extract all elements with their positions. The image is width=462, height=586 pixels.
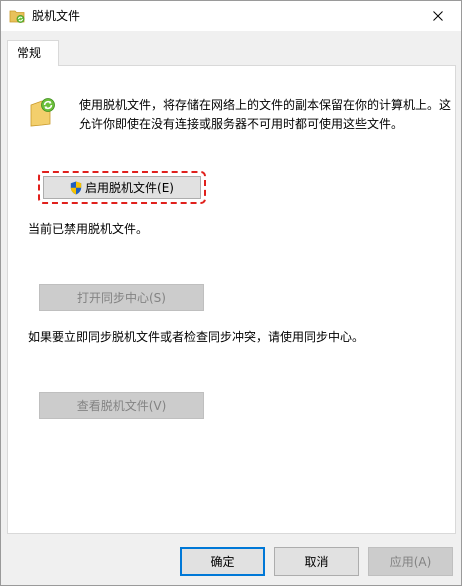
enable-offline-files-button[interactable]: 启用脱机文件(E) <box>43 176 201 199</box>
offline-files-icon <box>9 10 25 23</box>
status-text: 当前已禁用脱机文件。 <box>28 222 149 236</box>
ok-button[interactable]: 确定 <box>180 547 265 576</box>
title-bar: 脱机文件 <box>1 1 461 31</box>
description-text: 使用脱机文件，将存储在网络上的文件的副本保留在你的计算机上。这允许你即使在没有连… <box>79 98 452 131</box>
cancel-button[interactable]: 取消 <box>274 547 359 576</box>
general-panel: 使用脱机文件，将存储在网络上的文件的副本保留在你的计算机上。这允许你即使在没有连… <box>7 65 456 534</box>
highlight-ring: 启用脱机文件(E) <box>38 171 206 204</box>
sync-hint-text: 如果要立即同步脱机文件或者检查同步冲突，请使用同步中心。 <box>28 330 365 344</box>
close-button[interactable] <box>415 1 461 31</box>
window-title: 脱机文件 <box>32 9 81 23</box>
view-offline-files-button[interactable]: 查看脱机文件(V) <box>39 392 204 419</box>
uac-shield-icon <box>70 181 82 194</box>
tab-general[interactable]: 常规 <box>7 40 59 66</box>
offline-files-dialog: 脱机文件 常规 使用脱机文件，将存储在网络上的文件的副本保留在你的计算机上。这允… <box>0 0 462 586</box>
enable-offline-files-label: 启用脱机文件(E) <box>85 181 174 195</box>
close-icon <box>433 11 443 21</box>
sync-folder-icon <box>30 98 55 127</box>
apply-button[interactable]: 应用(A) <box>368 547 453 576</box>
open-sync-center-button[interactable]: 打开同步中心(S) <box>39 284 204 311</box>
